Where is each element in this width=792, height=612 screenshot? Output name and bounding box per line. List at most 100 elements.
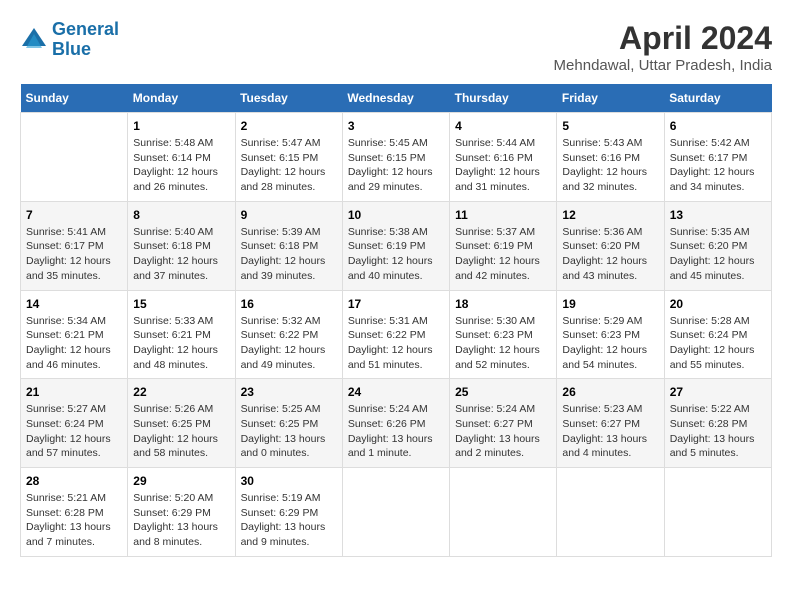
- day-info: Sunrise: 5:32 AMSunset: 6:22 PMDaylight:…: [241, 314, 337, 373]
- day-number: 29: [133, 474, 229, 488]
- calendar-row-2: 14Sunrise: 5:34 AMSunset: 6:21 PMDayligh…: [21, 290, 772, 379]
- calendar-cell: 9 Sunrise: 5:39 AMSunset: 6:18 PMDaylight…: [235, 201, 342, 290]
- day-number: 18: [455, 297, 551, 311]
- day-number: 9: [241, 208, 337, 222]
- day-number: 2: [241, 119, 337, 133]
- weekday-header-thursday: Thursday: [450, 84, 557, 113]
- day-number: 12: [562, 208, 658, 222]
- calendar-cell: 28 Sunrise: 5:21 AMSunset: 6:28 PMDayligh…: [21, 468, 128, 557]
- calendar-cell: 10Sunrise: 5:38 AMSunset: 6:19 PMDayligh…: [342, 201, 449, 290]
- calendar-cell: 30Sunrise: 5:19 AMSunset: 6:29 PMDayligh…: [235, 468, 342, 557]
- day-info: Sunrise: 5:28 AMSunset: 6:24 PMDaylight:…: [670, 314, 766, 373]
- calendar-cell: 23 Sunrise: 5:25 AMSunset: 6:25 PMDayligh…: [235, 379, 342, 468]
- day-number: 24: [348, 385, 444, 399]
- day-info: Sunrise: 5:21 AMSunset: 6:28 PMDaylight:…: [26, 491, 122, 550]
- calendar-cell: 24 Sunrise: 5:24 AMSunset: 6:26 PMDayligh…: [342, 379, 449, 468]
- day-info: Sunrise: 5:42 AMSunset: 6:17 PMDaylight:…: [670, 136, 766, 195]
- day-info: Sunrise: 5:26 AMSunset: 6:25 PMDaylight:…: [133, 402, 229, 461]
- calendar-cell: [664, 468, 771, 557]
- day-number: 15: [133, 297, 229, 311]
- day-number: 10: [348, 208, 444, 222]
- calendar-cell: 7 Sunrise: 5:41 AMSunset: 6:17 PMDaylight…: [21, 201, 128, 290]
- calendar-cell: 16 Sunrise: 5:32 AMSunset: 6:22 PMDayligh…: [235, 290, 342, 379]
- calendar-cell: 22Sunrise: 5:26 AMSunset: 6:25 PMDayligh…: [128, 379, 235, 468]
- day-info: Sunrise: 5:20 AMSunset: 6:29 PMDaylight:…: [133, 491, 229, 550]
- calendar-cell: 1Sunrise: 5:48 AMSunset: 6:14 PMDaylight…: [128, 113, 235, 202]
- day-info: Sunrise: 5:24 AMSunset: 6:27 PMDaylight:…: [455, 402, 551, 461]
- day-info: Sunrise: 5:40 AMSunset: 6:18 PMDaylight:…: [133, 225, 229, 284]
- calendar-cell: 4 Sunrise: 5:44 AMSunset: 6:16 PMDaylight…: [450, 113, 557, 202]
- day-number: 25: [455, 385, 551, 399]
- day-number: 7: [26, 208, 122, 222]
- calendar-cell: 25 Sunrise: 5:24 AMSunset: 6:27 PMDayligh…: [450, 379, 557, 468]
- day-number: 4: [455, 119, 551, 133]
- logo-line1: General: [52, 19, 119, 39]
- day-info: Sunrise: 5:47 AMSunset: 6:15 PMDaylight:…: [241, 136, 337, 195]
- day-info: Sunrise: 5:24 AMSunset: 6:26 PMDaylight:…: [348, 402, 444, 461]
- calendar-cell: 2 Sunrise: 5:47 AMSunset: 6:15 PMDaylight…: [235, 113, 342, 202]
- weekday-header-tuesday: Tuesday: [235, 84, 342, 113]
- calendar-row-3: 21Sunrise: 5:27 AMSunset: 6:24 PMDayligh…: [21, 379, 772, 468]
- calendar-cell: 20 Sunrise: 5:28 AMSunset: 6:24 PMDayligh…: [664, 290, 771, 379]
- day-number: 6: [670, 119, 766, 133]
- calendar-cell: 6 Sunrise: 5:42 AMSunset: 6:17 PMDaylight…: [664, 113, 771, 202]
- day-number: 13: [670, 208, 766, 222]
- weekday-header-wednesday: Wednesday: [342, 84, 449, 113]
- calendar-table: SundayMondayTuesdayWednesdayThursdayFrid…: [20, 84, 772, 557]
- day-number: 28: [26, 474, 122, 488]
- day-number: 23: [241, 385, 337, 399]
- day-info: Sunrise: 5:41 AMSunset: 6:17 PMDaylight:…: [26, 225, 122, 284]
- day-number: 8: [133, 208, 229, 222]
- calendar-cell: [21, 113, 128, 202]
- day-number: 16: [241, 297, 337, 311]
- logo: General Blue: [20, 20, 119, 60]
- day-number: 21: [26, 385, 122, 399]
- calendar-cell: 8 Sunrise: 5:40 AMSunset: 6:18 PMDaylight…: [128, 201, 235, 290]
- day-info: Sunrise: 5:29 AMSunset: 6:23 PMDaylight:…: [562, 314, 658, 373]
- day-number: 5: [562, 119, 658, 133]
- logo-line2: Blue: [52, 39, 91, 59]
- day-number: 20: [670, 297, 766, 311]
- calendar-cell: 29 Sunrise: 5:20 AMSunset: 6:29 PMDayligh…: [128, 468, 235, 557]
- calendar-cell: 15 Sunrise: 5:33 AMSunset: 6:21 PMDayligh…: [128, 290, 235, 379]
- weekday-header-friday: Friday: [557, 84, 664, 113]
- day-info: Sunrise: 5:19 AMSunset: 6:29 PMDaylight:…: [241, 491, 337, 550]
- weekday-header-monday: Monday: [128, 84, 235, 113]
- day-info: Sunrise: 5:25 AMSunset: 6:25 PMDaylight:…: [241, 402, 337, 461]
- title-block: April 2024 Mehndawal, Uttar Pradesh, Ind…: [554, 20, 772, 74]
- day-info: Sunrise: 5:35 AMSunset: 6:20 PMDaylight:…: [670, 225, 766, 284]
- day-info: Sunrise: 5:39 AMSunset: 6:18 PMDaylight:…: [241, 225, 337, 284]
- page-title: April 2024: [554, 20, 772, 57]
- calendar-row-4: 28 Sunrise: 5:21 AMSunset: 6:28 PMDayligh…: [21, 468, 772, 557]
- day-info: Sunrise: 5:30 AMSunset: 6:23 PMDaylight:…: [455, 314, 551, 373]
- calendar-cell: 11 Sunrise: 5:37 AMSunset: 6:19 PMDayligh…: [450, 201, 557, 290]
- day-number: 17: [348, 297, 444, 311]
- weekday-header-saturday: Saturday: [664, 84, 771, 113]
- weekday-header-sunday: Sunday: [21, 84, 128, 113]
- day-info: Sunrise: 5:45 AMSunset: 6:15 PMDaylight:…: [348, 136, 444, 195]
- day-info: Sunrise: 5:36 AMSunset: 6:20 PMDaylight:…: [562, 225, 658, 284]
- calendar-cell: 14Sunrise: 5:34 AMSunset: 6:21 PMDayligh…: [21, 290, 128, 379]
- day-number: 19: [562, 297, 658, 311]
- day-number: 26: [562, 385, 658, 399]
- weekday-header-row: SundayMondayTuesdayWednesdayThursdayFrid…: [21, 84, 772, 113]
- calendar-cell: 12 Sunrise: 5:36 AMSunset: 6:20 PMDayligh…: [557, 201, 664, 290]
- day-info: Sunrise: 5:23 AMSunset: 6:27 PMDaylight:…: [562, 402, 658, 461]
- day-number: 27: [670, 385, 766, 399]
- calendar-cell: [557, 468, 664, 557]
- day-info: Sunrise: 5:37 AMSunset: 6:19 PMDaylight:…: [455, 225, 551, 284]
- calendar-cell: 5Sunrise: 5:43 AMSunset: 6:16 PMDaylight…: [557, 113, 664, 202]
- calendar-cell: [342, 468, 449, 557]
- day-number: 3: [348, 119, 444, 133]
- day-info: Sunrise: 5:33 AMSunset: 6:21 PMDaylight:…: [133, 314, 229, 373]
- logo-icon: [20, 26, 48, 54]
- calendar-cell: [450, 468, 557, 557]
- day-number: 11: [455, 208, 551, 222]
- page-header: General Blue April 2024 Mehndawal, Uttar…: [20, 20, 772, 74]
- calendar-cell: 18 Sunrise: 5:30 AMSunset: 6:23 PMDayligh…: [450, 290, 557, 379]
- day-info: Sunrise: 5:44 AMSunset: 6:16 PMDaylight:…: [455, 136, 551, 195]
- day-info: Sunrise: 5:22 AMSunset: 6:28 PMDaylight:…: [670, 402, 766, 461]
- day-info: Sunrise: 5:31 AMSunset: 6:22 PMDaylight:…: [348, 314, 444, 373]
- calendar-cell: 13 Sunrise: 5:35 AMSunset: 6:20 PMDayligh…: [664, 201, 771, 290]
- calendar-row-1: 7 Sunrise: 5:41 AMSunset: 6:17 PMDaylight…: [21, 201, 772, 290]
